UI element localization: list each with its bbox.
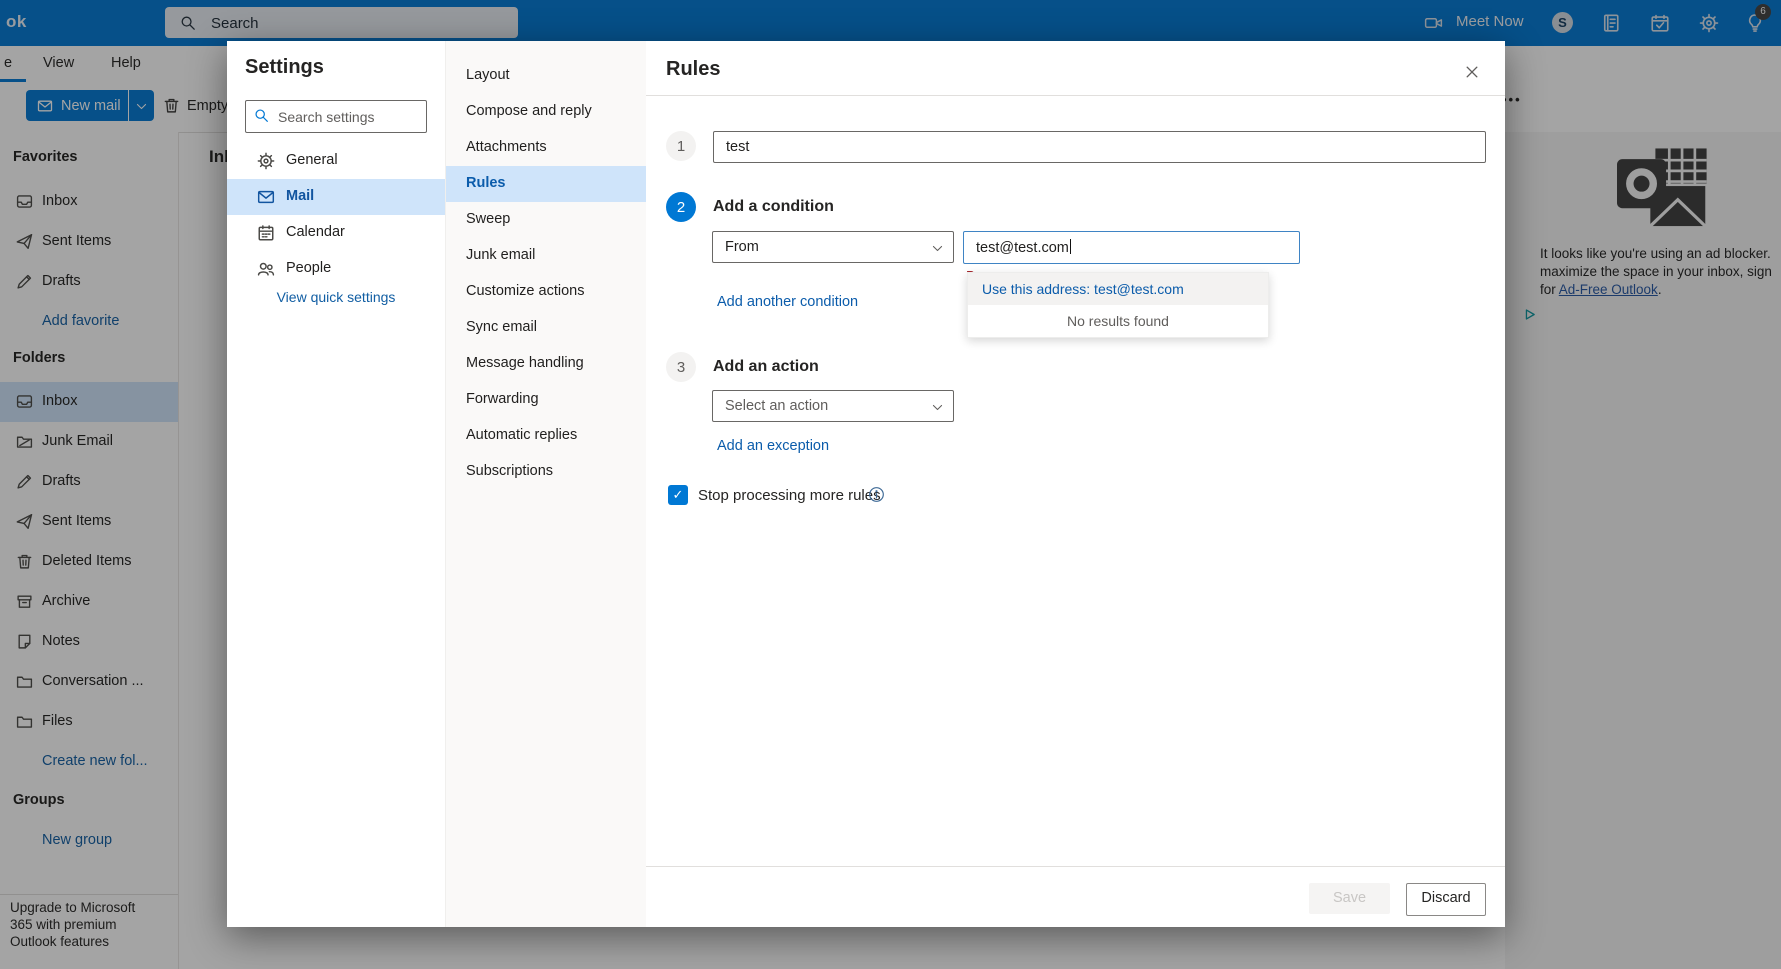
condition-value-input[interactable]: test@test.com — [963, 231, 1300, 264]
save-button[interactable]: Save — [1309, 883, 1390, 914]
close-icon — [1465, 65, 1479, 79]
rule-name-input[interactable]: test — [713, 131, 1486, 163]
step2-badge: 2 — [666, 192, 696, 222]
category-layout[interactable]: Layout — [446, 58, 647, 94]
category-sweep[interactable]: Sweep — [446, 202, 647, 238]
add-exception-link[interactable]: Add an exception — [717, 438, 829, 454]
stop-processing-checkbox[interactable]: ✓ — [668, 485, 688, 505]
category-automatic-replies[interactable]: Automatic replies — [446, 418, 647, 454]
settings-nav-mail-selected[interactable]: Mail — [227, 179, 445, 215]
no-results-message: No results found — [1067, 313, 1169, 329]
category-customize-actions[interactable]: Customize actions — [446, 274, 647, 310]
add-action-heading: Add an action — [713, 358, 819, 375]
category-message-handling[interactable]: Message handling — [446, 346, 647, 382]
stop-processing-label: Stop processing more rules — [698, 487, 881, 504]
address-suggestion-dropdown: Use this address: test@test.com No resul… — [967, 272, 1269, 338]
mail-envelope-icon — [257, 188, 275, 206]
text-caret — [1069, 239, 1071, 254]
settings-search[interactable] — [245, 100, 427, 133]
action-select[interactable]: Select an action — [712, 390, 954, 422]
settings-category-column: Layout Compose and reply Attachments Rul… — [445, 41, 647, 927]
settings-dialog: Settings General Mail Calendar People — [227, 41, 1505, 927]
use-this-address-option[interactable]: Use this address: test@test.com — [968, 273, 1268, 305]
view-quick-settings-link[interactable]: View quick settings — [227, 289, 445, 305]
settings-search-input[interactable] — [276, 101, 424, 132]
settings-nav-calendar[interactable]: Calendar — [227, 215, 445, 251]
category-sync-email[interactable]: Sync email — [446, 310, 647, 346]
category-forwarding[interactable]: Forwarding — [446, 382, 647, 418]
people-icon — [257, 260, 275, 278]
condition-type-select[interactable]: From — [712, 231, 954, 263]
category-junk-email[interactable]: Junk email — [446, 238, 647, 274]
settings-nav-column: Settings General Mail Calendar People — [227, 41, 445, 927]
add-another-condition-link[interactable]: Add another condition — [717, 294, 858, 310]
search-icon — [254, 108, 269, 123]
rules-detail-panel: Rules 1 test 2 Add a condition From test… — [646, 41, 1505, 927]
category-rules-selected[interactable]: Rules — [446, 166, 647, 202]
settings-nav-general[interactable]: General — [227, 143, 445, 179]
add-condition-heading: Add a condition — [713, 198, 834, 215]
info-icon[interactable] — [868, 486, 885, 503]
gear-icon — [257, 152, 275, 170]
footer-divider — [646, 866, 1505, 867]
discard-button[interactable]: Discard — [1406, 883, 1486, 916]
settings-nav-people[interactable]: People — [227, 251, 445, 287]
header-divider — [646, 95, 1505, 96]
category-attachments[interactable]: Attachments — [446, 130, 647, 166]
chevron-down-icon — [931, 242, 944, 255]
outlook-app: ok Meet Now S 6 e View Help New mail Emp… — [0, 0, 1781, 969]
chevron-down-icon — [931, 401, 944, 414]
calendar-icon — [257, 224, 275, 242]
rules-panel-title: Rules — [666, 58, 721, 80]
category-compose-and-reply[interactable]: Compose and reply — [446, 94, 647, 130]
category-subscriptions[interactable]: Subscriptions — [446, 454, 647, 490]
close-dialog-button[interactable] — [1456, 56, 1488, 88]
step1-badge: 1 — [666, 131, 696, 161]
step3-badge: 3 — [666, 352, 696, 382]
settings-title: Settings — [245, 56, 324, 78]
